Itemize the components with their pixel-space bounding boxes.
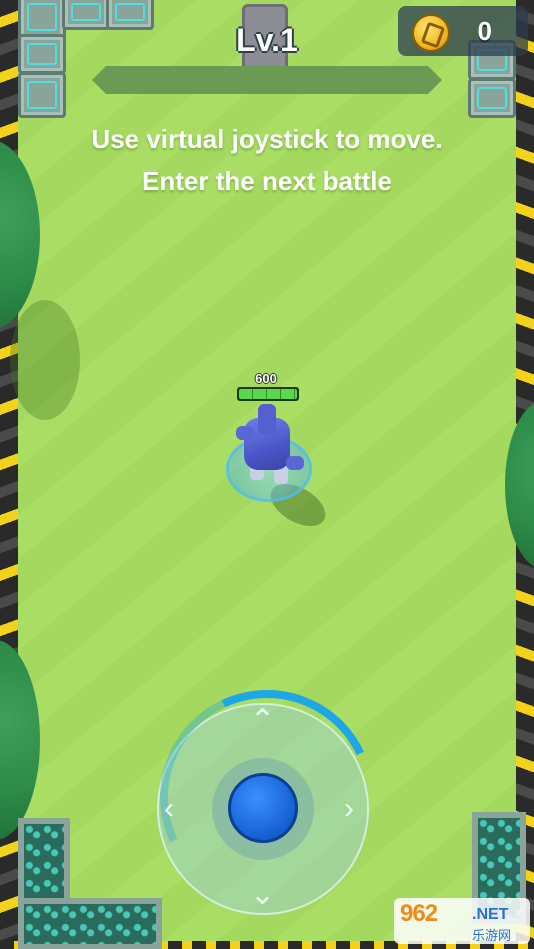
watermark-number: 962 <box>400 900 438 927</box>
coin-icon <box>412 14 450 52</box>
arrow-left-icon: ‹ <box>164 792 174 825</box>
hint-line-1: Use virtual joystick to move. <box>91 124 443 154</box>
player-hp-label: 600 <box>255 371 277 386</box>
pillar <box>18 72 66 118</box>
robot-arm <box>286 456 304 470</box>
watermark-sub: 乐游网 <box>472 928 512 943</box>
coin-count: 0 <box>477 16 492 46</box>
bush-tree <box>505 400 534 570</box>
watermark-net: .NET <box>472 906 509 923</box>
site-watermark: 962 .NET 乐游网 <box>394 898 530 944</box>
arrow-up-icon: ⌃ <box>250 704 276 737</box>
player-hp-bar <box>237 387 299 401</box>
player-hp-fill <box>239 389 297 399</box>
lava-pit <box>18 898 162 949</box>
coin-panel: 0 <box>398 6 528 56</box>
robot-arm <box>236 426 254 440</box>
pillar <box>468 78 516 118</box>
hint-line-2: Enter the next battle <box>142 166 392 196</box>
game-arena: Lv.1 0 Use virtual joystick to move. Ent… <box>0 0 534 949</box>
robot-head <box>258 404 276 434</box>
tree-shadow <box>10 300 80 420</box>
arrow-down-icon: ⌄ <box>250 878 276 911</box>
bush-tree <box>0 640 40 840</box>
level-progress-bar <box>92 66 442 94</box>
arrow-right-icon: › <box>344 792 354 825</box>
joystick-knob[interactable] <box>228 773 298 843</box>
